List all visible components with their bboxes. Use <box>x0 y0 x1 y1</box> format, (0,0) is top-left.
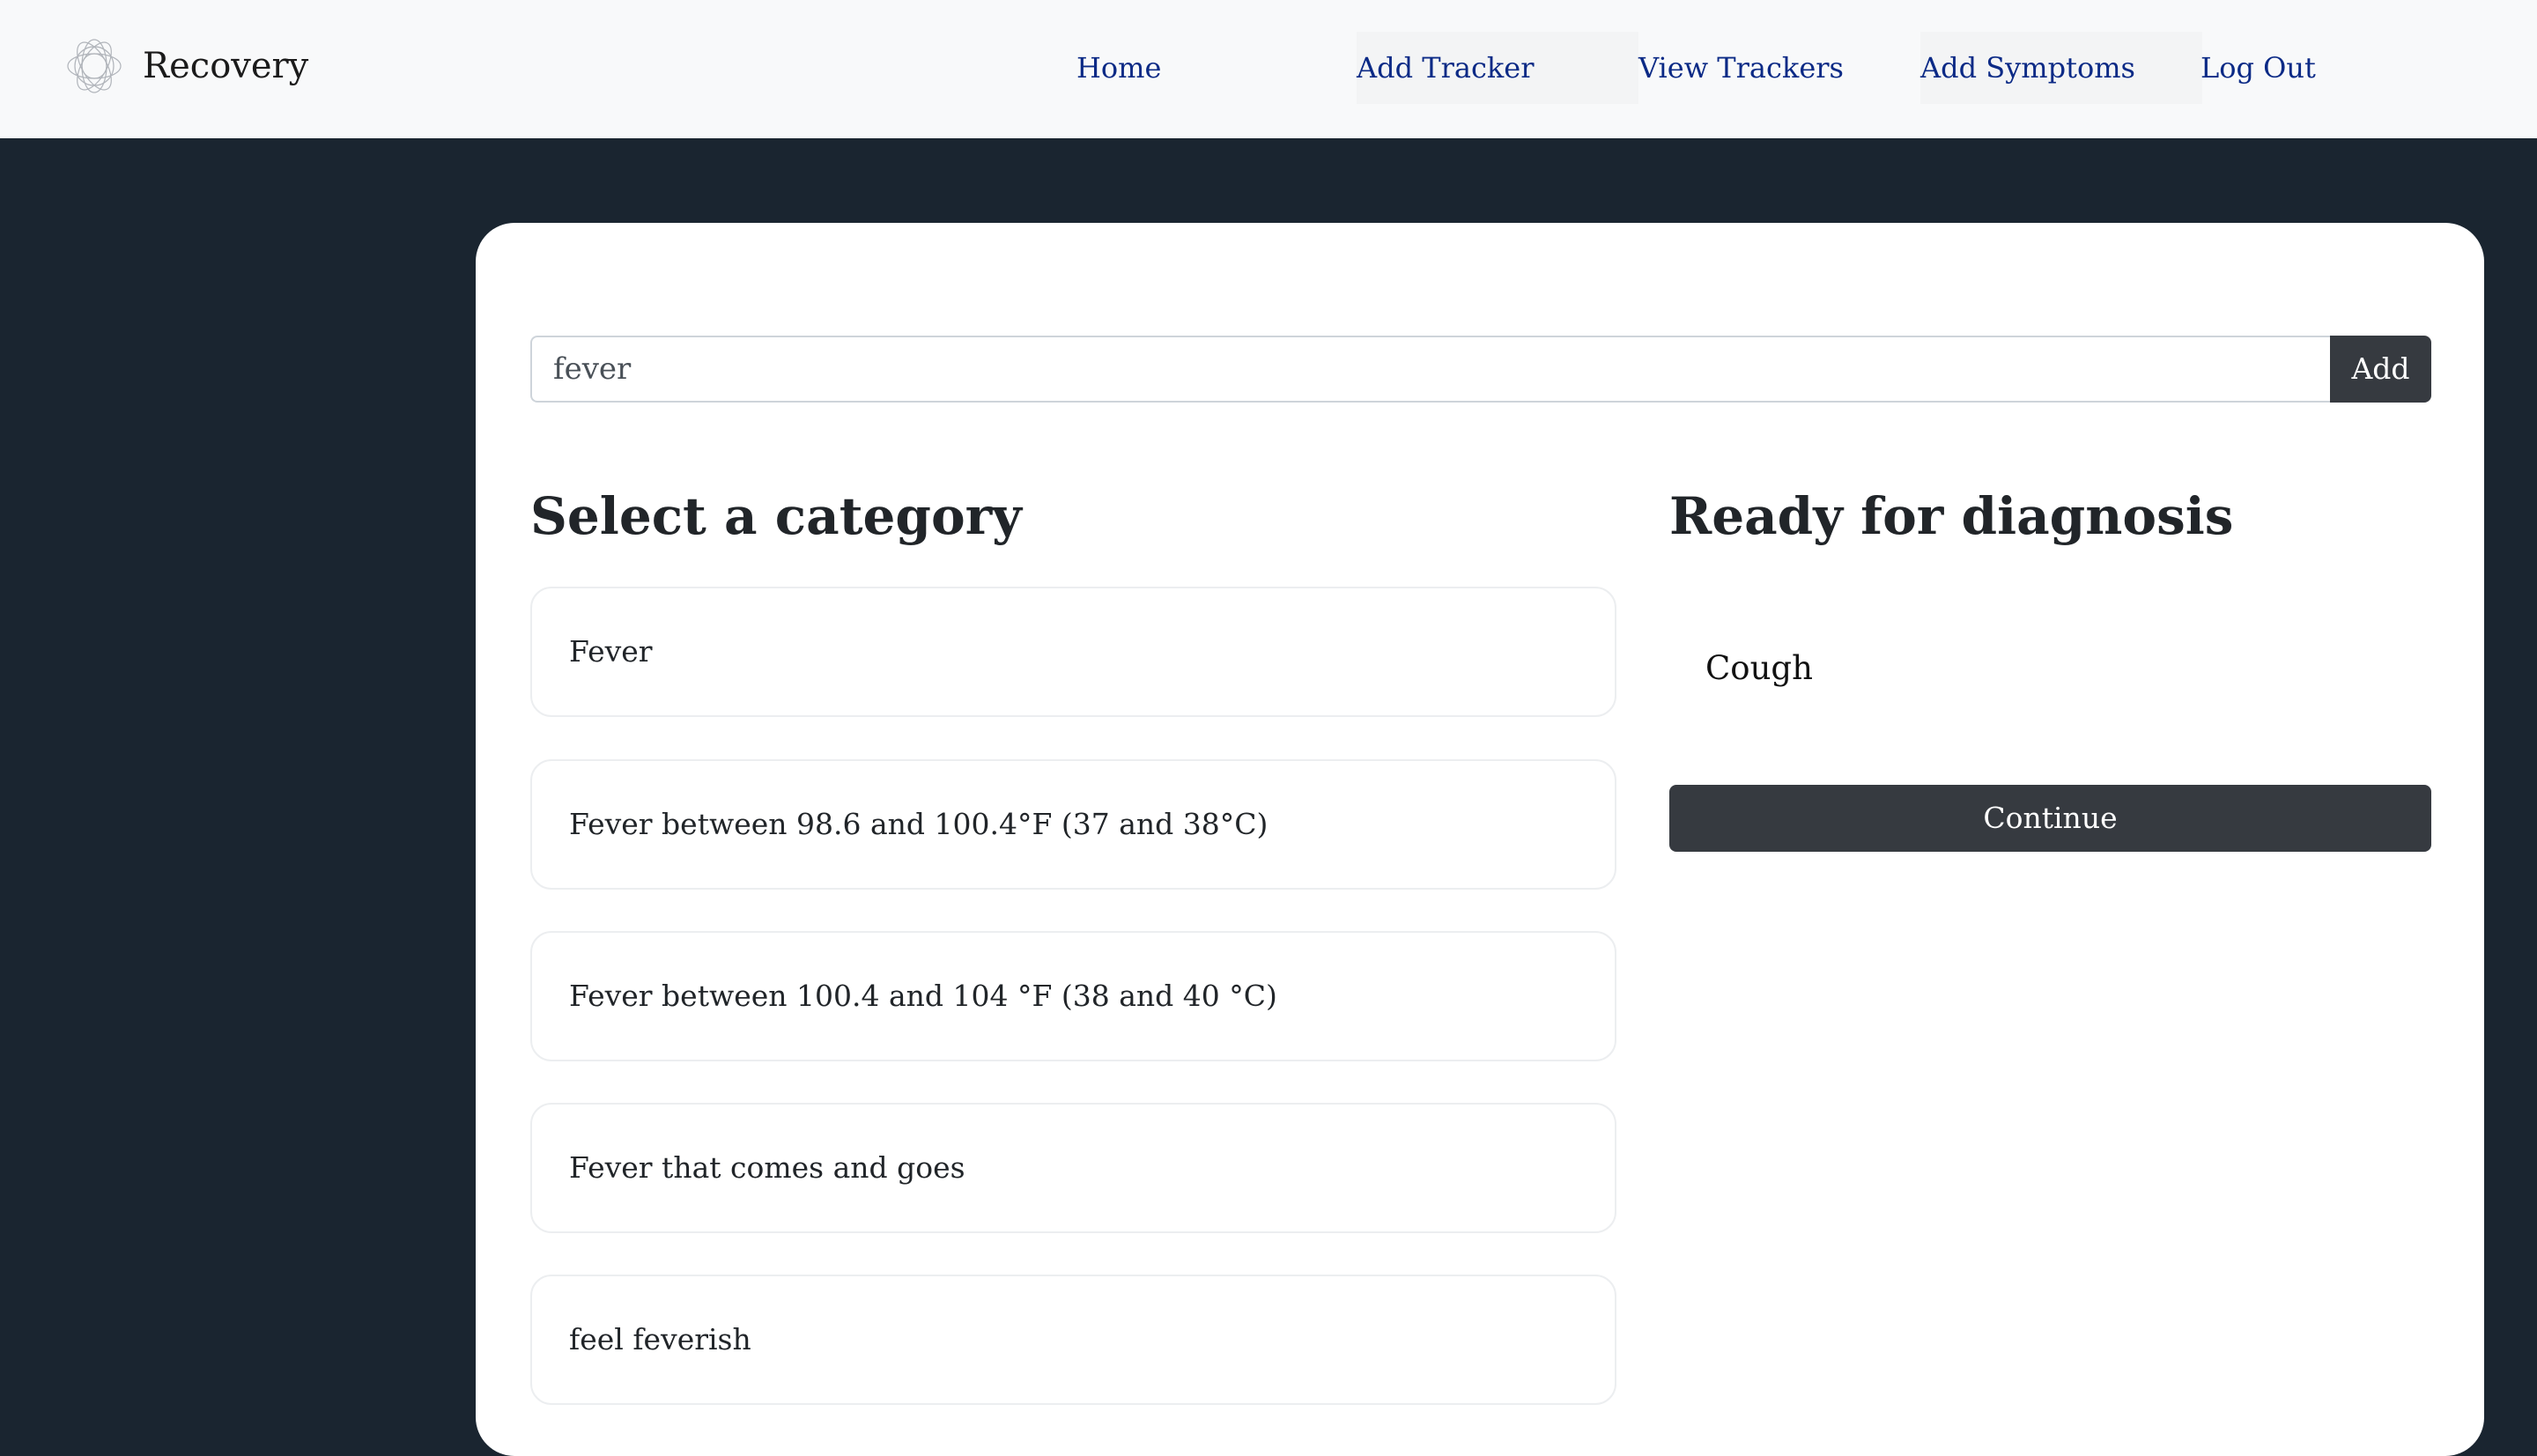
nav-view-trackers[interactable]: View Trackers <box>1638 48 1844 87</box>
brand[interactable]: Recovery <box>63 35 308 97</box>
continue-button[interactable]: Continue <box>1669 785 2431 852</box>
nav-add-symptoms[interactable]: Add Symptoms <box>1920 48 2135 87</box>
category-item[interactable]: Fever that comes and goes <box>530 1103 1616 1233</box>
select-category-title: Select a category <box>530 486 1022 546</box>
category-item[interactable]: Fever between 100.4 and 104 °F (38 and 4… <box>530 931 1616 1061</box>
navbar: Recovery Home Add Tracker View Trackers … <box>0 0 2537 138</box>
nav-add-tracker[interactable]: Add Tracker <box>1357 48 1535 87</box>
nav-log-out[interactable]: Log Out <box>2200 48 2316 87</box>
category-item[interactable]: Fever <box>530 587 1616 717</box>
main-card: Add Select a category Ready for diagnosi… <box>476 223 2484 1456</box>
brand-name: Recovery <box>143 46 309 86</box>
recovery-logo-icon <box>67 39 122 93</box>
category-item[interactable]: Fever between 98.6 and 100.4°F (37 and 3… <box>530 759 1616 890</box>
selected-symptom: Cough <box>1705 649 1813 687</box>
add-button[interactable]: Add <box>2330 336 2431 403</box>
category-item[interactable]: feel feverish <box>530 1275 1616 1405</box>
symptom-search-input[interactable] <box>530 336 2333 403</box>
nav-home[interactable]: Home <box>1076 48 1161 87</box>
ready-for-diagnosis-title: Ready for diagnosis <box>1669 486 2234 546</box>
